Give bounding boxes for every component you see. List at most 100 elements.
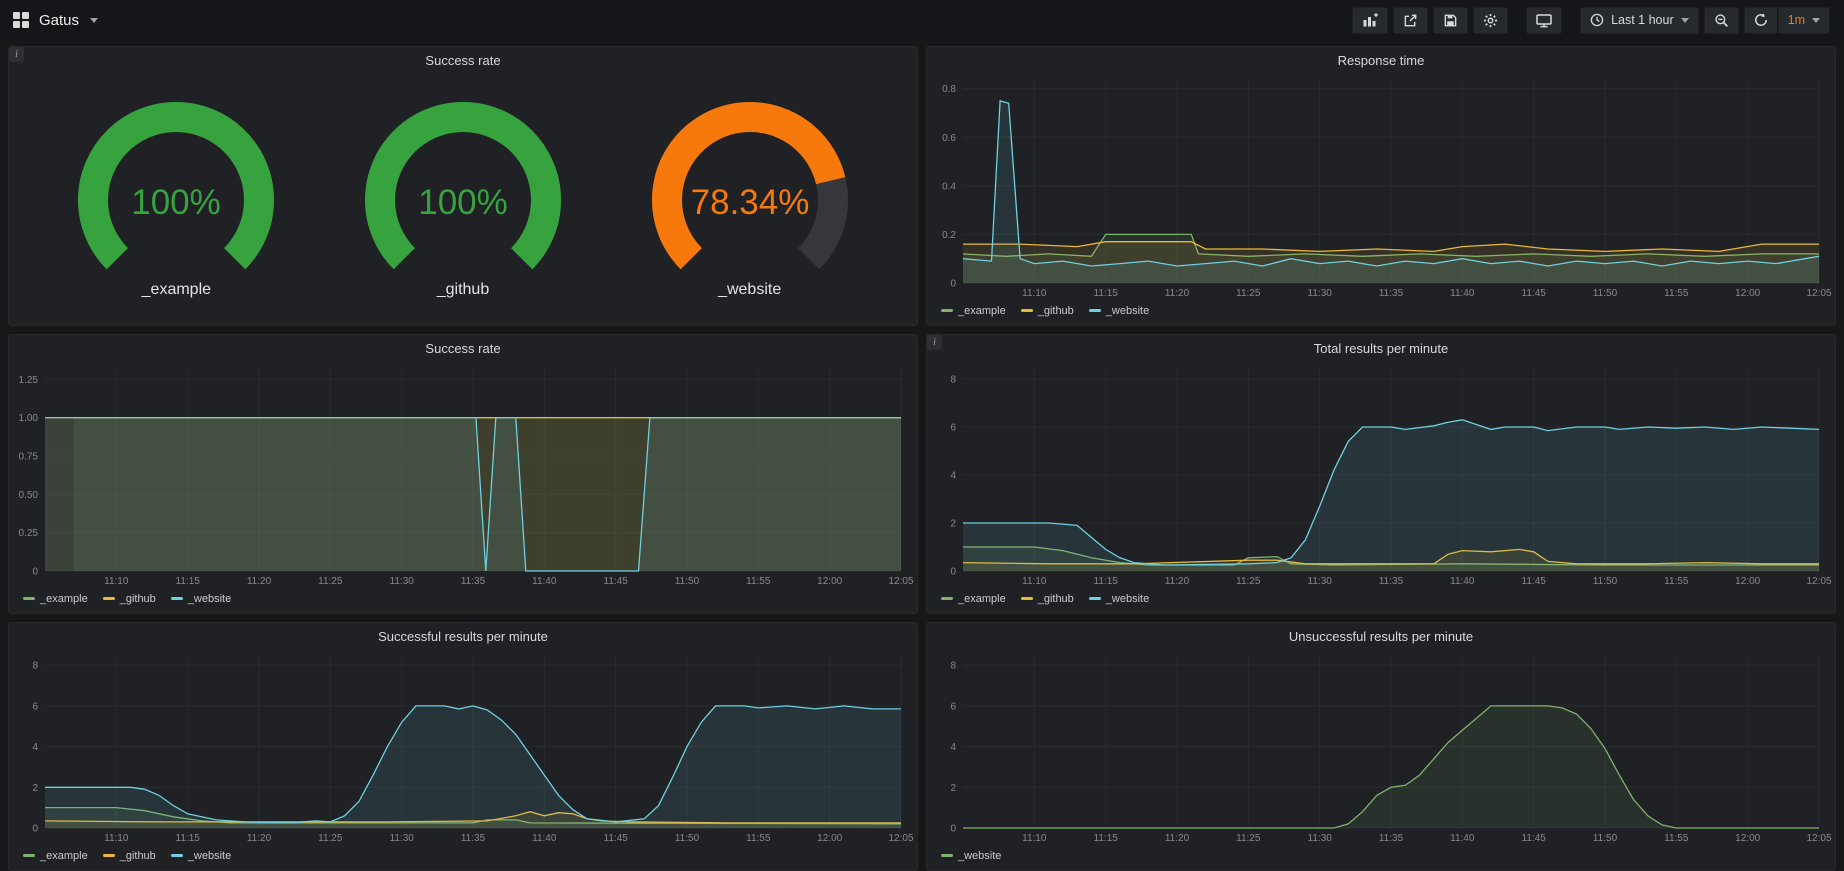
legend-label: _website: [1106, 305, 1149, 317]
legend-item-_github[interactable]: _github: [103, 593, 156, 605]
svg-text:0: 0: [950, 567, 956, 578]
legend: _example _github _website: [927, 301, 1835, 325]
total-results-chart: 0246811:1011:1511:2011:2511:3011:3511:40…: [927, 359, 1835, 589]
svg-text:0.4: 0.4: [942, 181, 956, 192]
time-series-plot[interactable]: 0246811:1011:1511:2011:2511:3011:3511:40…: [927, 647, 1835, 846]
share-button[interactable]: [1393, 7, 1428, 34]
svg-text:0.75: 0.75: [19, 452, 39, 463]
svg-text:6: 6: [32, 701, 38, 712]
time-series-plot[interactable]: 00.20.40.60.811:1011:1511:2011:2511:3011…: [927, 71, 1835, 301]
svg-text:12:00: 12:00: [817, 833, 842, 844]
dashboard-grid: i Success rate 100% _example 100% _github 78…: [0, 40, 1844, 871]
legend-label: _github: [120, 850, 156, 862]
svg-text:11:20: 11:20: [1165, 288, 1190, 299]
svg-text:12:05: 12:05: [1806, 576, 1831, 587]
time-series-plot[interactable]: 0246811:1011:1511:2011:2511:3011:3511:40…: [9, 647, 917, 846]
panel-title[interactable]: Response time: [927, 47, 1835, 71]
legend-item-_example[interactable]: _example: [941, 593, 1006, 605]
legend-label: _example: [40, 593, 88, 605]
panel-unsuccessful-results: Unsuccessful results per minute 0246811:…: [926, 622, 1836, 871]
dashboard-dropdown-caret-icon[interactable]: [90, 18, 98, 23]
time-range-picker[interactable]: Last 1 hour: [1580, 7, 1699, 34]
legend: _example _github _website: [927, 589, 1835, 613]
svg-text:4: 4: [950, 742, 956, 753]
svg-text:1.25: 1.25: [19, 375, 39, 386]
zoom-out-button[interactable]: [1704, 7, 1739, 34]
svg-text:4: 4: [950, 471, 956, 482]
legend-item-_website[interactable]: _website: [1089, 593, 1149, 605]
gauge-_github: 100% _github: [332, 98, 594, 299]
panel-success-rate-timeseries: Success rate 00.250.500.751.001.2511:101…: [8, 334, 918, 614]
dashboard-title[interactable]: Gatus: [39, 12, 79, 29]
legend-item-_github[interactable]: _github: [103, 850, 156, 862]
panel-success-rate-gauges: i Success rate 100%_example100%_github78…: [8, 46, 918, 326]
legend-swatch: [103, 597, 115, 600]
svg-text:11:25: 11:25: [1236, 288, 1261, 299]
svg-text:11:10: 11:10: [1022, 576, 1047, 587]
gauge-label: _github: [437, 281, 490, 299]
svg-text:11:10: 11:10: [1022, 833, 1047, 844]
panel-title[interactable]: Success rate: [9, 47, 917, 71]
panel-title[interactable]: Success rate: [9, 335, 917, 359]
svg-text:12:00: 12:00: [1735, 288, 1760, 299]
gauge-row: 100%_example100%_github78.34%_website: [9, 71, 917, 325]
legend-item-_example[interactable]: _example: [23, 850, 88, 862]
svg-text:11:45: 11:45: [1522, 833, 1547, 844]
chevron-down-icon: [1681, 18, 1689, 23]
svg-text:11:15: 11:15: [1094, 576, 1119, 587]
panel-title[interactable]: Successful results per minute: [9, 623, 917, 647]
legend-label: _website: [1106, 593, 1149, 605]
panel-info-icon[interactable]: i: [9, 47, 24, 62]
legend-swatch: [1021, 597, 1033, 600]
add-panel-button[interactable]: [1352, 7, 1388, 34]
time-series-plot[interactable]: 00.250.500.751.001.2511:1011:1511:2011:2…: [9, 359, 917, 589]
svg-text:0: 0: [32, 824, 38, 835]
legend-label: _example: [958, 593, 1006, 605]
successful-results-chart: 0246811:1011:1511:2011:2511:3011:3511:40…: [9, 647, 917, 846]
success-rate-chart: 00.250.500.751.001.2511:1011:1511:2011:2…: [9, 359, 917, 589]
svg-text:11:15: 11:15: [1094, 833, 1119, 844]
legend-swatch: [941, 597, 953, 600]
panel-info-icon[interactable]: i: [927, 335, 942, 350]
svg-text:6: 6: [950, 423, 956, 434]
panel-title[interactable]: Unsuccessful results per minute: [927, 623, 1835, 647]
legend-item-_website[interactable]: _website: [1089, 305, 1149, 317]
gauge-arc: 100%: [45, 98, 307, 280]
svg-text:8: 8: [32, 661, 38, 672]
svg-text:11:15: 11:15: [176, 833, 201, 844]
svg-text:11:40: 11:40: [532, 833, 557, 844]
cycle-view-button[interactable]: [1526, 7, 1562, 34]
response-time-chart: 00.20.40.60.811:1011:1511:2011:2511:3011…: [927, 71, 1835, 301]
add-panel-icon: [1362, 12, 1378, 28]
gauge-_website: 78.34%_website: [619, 98, 881, 299]
legend-item-_website[interactable]: _website: [941, 850, 1001, 862]
refresh-interval-dropdown[interactable]: 1m: [1778, 7, 1830, 34]
save-button[interactable]: [1433, 7, 1468, 34]
svg-text:0.8: 0.8: [942, 84, 956, 95]
svg-text:11:35: 11:35: [1379, 833, 1404, 844]
svg-text:0.2: 0.2: [942, 230, 956, 241]
legend-item-_example[interactable]: _example: [23, 593, 88, 605]
legend-item-_example[interactable]: _example: [941, 305, 1006, 317]
time-series-plot[interactable]: 0246811:1011:1511:2011:2511:3011:3511:40…: [927, 359, 1835, 589]
legend-item-_github[interactable]: _github: [1021, 593, 1074, 605]
legend-label: _github: [120, 593, 156, 605]
settings-button[interactable]: [1473, 7, 1508, 34]
panel-title[interactable]: Total results per minute: [927, 335, 1835, 359]
svg-text:12:00: 12:00: [817, 576, 842, 587]
legend-swatch: [103, 854, 115, 857]
refresh-button[interactable]: [1744, 7, 1778, 34]
svg-text:1.00: 1.00: [19, 413, 39, 424]
svg-text:11:50: 11:50: [675, 576, 700, 587]
legend-item-_website[interactable]: _website: [171, 850, 231, 862]
legend-item-_github[interactable]: _github: [1021, 305, 1074, 317]
legend-item-_website[interactable]: _website: [171, 593, 231, 605]
svg-text:11:20: 11:20: [247, 576, 272, 587]
legend: _example _github _website: [9, 589, 917, 613]
legend-label: _github: [1038, 305, 1074, 317]
svg-text:11:25: 11:25: [318, 576, 343, 587]
svg-text:12:00: 12:00: [1735, 576, 1760, 587]
svg-text:11:40: 11:40: [1450, 288, 1475, 299]
svg-text:100%: 100%: [418, 183, 508, 222]
apps-grid-icon[interactable]: [12, 11, 30, 29]
